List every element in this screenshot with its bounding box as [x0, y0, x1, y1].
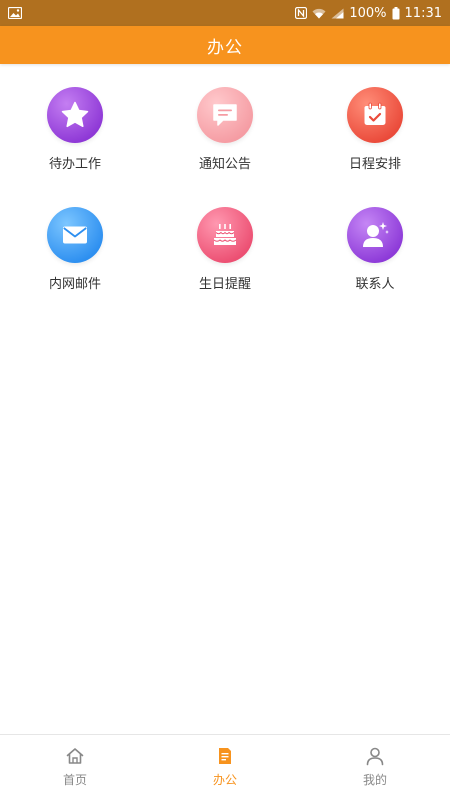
grid-item-label: 待办工作: [48, 157, 101, 172]
nav-label: 办公: [212, 773, 237, 787]
bottom-nav: 首页 办公 我的: [0, 734, 450, 800]
grid-item-todo-work[interactable]: 待办工作: [0, 64, 150, 184]
nav-label: 首页: [62, 773, 87, 787]
app-header: 办公: [0, 26, 450, 64]
battery-icon: [392, 6, 400, 20]
grid-item-label: 内网邮件: [48, 277, 101, 292]
grid-item-label: 联系人: [355, 277, 395, 292]
page-title: 办公: [207, 37, 243, 58]
grid-item-label: 生日提醒: [198, 277, 251, 292]
grid-item-notice[interactable]: 通知公告: [150, 64, 300, 184]
nav-label: 我的: [362, 773, 387, 787]
birthday-cake-icon: [197, 207, 253, 263]
calendar-check-icon: [347, 87, 403, 143]
contact-person-icon: [347, 207, 403, 263]
grid-item-label: 通知公告: [198, 157, 251, 172]
office-function-grid: 待办工作 通知公告 日程安排 内网邮件 生日提醒 联系人: [0, 64, 450, 304]
grid-item-intranet-mail[interactable]: 内网邮件: [0, 184, 150, 304]
nav-item-home[interactable]: 首页: [0, 735, 150, 800]
wifi-icon: [312, 8, 326, 19]
document-icon: [214, 745, 236, 767]
grid-item-birthday-reminder[interactable]: 生日提醒: [150, 184, 300, 304]
clock: 11:31: [404, 5, 442, 21]
home-icon: [64, 745, 86, 767]
battery-percentage: 100%: [349, 5, 387, 21]
grid-item-contacts[interactable]: 联系人: [300, 184, 450, 304]
message-icon: [197, 87, 253, 143]
grid-item-schedule[interactable]: 日程安排: [300, 64, 450, 184]
signal-icon: [331, 8, 344, 19]
status-bar: 100% 11:31: [0, 0, 450, 26]
nfc-icon: [295, 7, 308, 19]
mail-icon: [47, 207, 103, 263]
user-icon: [364, 745, 386, 767]
star-icon: [47, 87, 103, 143]
grid-item-label: 日程安排: [348, 157, 401, 172]
nav-item-office[interactable]: 办公: [150, 735, 300, 800]
gallery-notification-icon: [8, 7, 22, 19]
nav-item-mine[interactable]: 我的: [300, 735, 450, 800]
